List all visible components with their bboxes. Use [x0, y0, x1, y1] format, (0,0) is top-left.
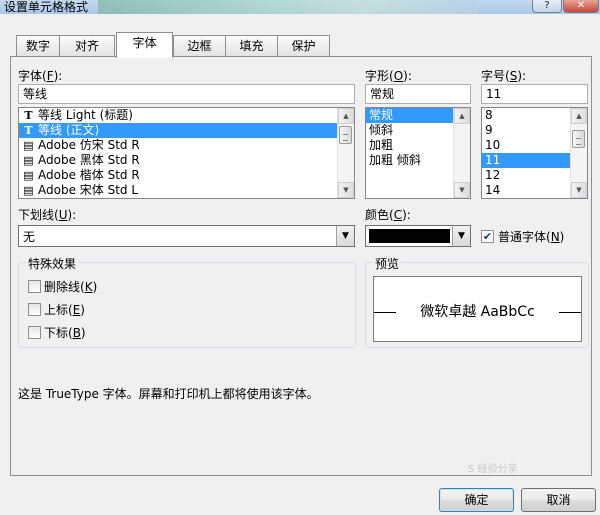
list-item-label: 加粗 倾斜 [369, 153, 421, 167]
list-item-label: Adobe 黑体 Std R [38, 153, 140, 167]
opentype-font-icon: ▤ [23, 154, 34, 167]
superscript-label: 上标(E) [44, 303, 85, 317]
scroll-thumb[interactable] [339, 126, 352, 144]
font-label: 字体(F): [18, 69, 63, 83]
list-item[interactable]: 11 [482, 153, 570, 168]
chevron-down-icon[interactable]: ▼ [336, 226, 354, 246]
list-item-label: 10 [485, 138, 501, 152]
normal-font-checkbox[interactable]: ✔ [481, 230, 494, 243]
scroll-up-icon[interactable]: ▲ [454, 108, 470, 124]
title-bar: 设置单元格格式 ? ✕ [0, 0, 600, 14]
font-style-input[interactable]: 常规 [365, 84, 471, 104]
tab-number[interactable]: 数字 [16, 35, 60, 56]
subscript-label: 下标(B) [44, 326, 86, 340]
list-item-label: Adobe 宋体 Std L [38, 183, 139, 197]
scroll-up-icon[interactable]: ▲ [338, 108, 354, 124]
list-item-label: Adobe 仿宋 Std R [38, 138, 140, 152]
help-icon: ? [544, 0, 550, 11]
normal-font-label: 普通字体(N) [498, 230, 565, 244]
tab-font[interactable]: 字体 [116, 32, 173, 58]
list-item-label: 加粗 [369, 138, 394, 152]
list-item-label: 9 [485, 123, 493, 137]
list-item[interactable]: 加粗 [366, 138, 453, 153]
list-item[interactable]: 加粗 倾斜 [366, 153, 453, 168]
underline-select[interactable]: 无 ▼ [18, 225, 355, 247]
list-item[interactable]: 10 [482, 138, 570, 153]
close-icon: ✕ [576, 0, 586, 11]
list-item[interactable]: ▤ Adobe 楷体 Std R [19, 168, 337, 183]
underline-value: 无 [23, 230, 36, 244]
preview-box: 微软卓越 AaBbCc [373, 276, 582, 342]
list-item[interactable]: 常规 [366, 108, 453, 123]
list-item-label: 12 [485, 168, 501, 182]
tab-protection[interactable]: 保护 [277, 35, 330, 56]
tab-border[interactable]: 边框 [173, 35, 226, 56]
list-item-label: 11 [485, 153, 501, 167]
opentype-font-icon: ▤ [23, 169, 34, 182]
list-item-label: 14 [485, 183, 501, 197]
list-item[interactable]: ▤ Adobe 宋体 Std L [19, 183, 337, 198]
font-style-label: 字形(O): [365, 69, 412, 83]
font-size-input[interactable]: 11 [481, 84, 588, 104]
list-item-label: 常规 [369, 108, 394, 122]
color-select[interactable]: ▼ [365, 225, 471, 247]
truetype-font-icon: T [24, 109, 33, 122]
font-list[interactable]: T 等线 Light (标题) T 等线 (正文) ▤ Adobe 仿宋 Std R ▤ Ad… [18, 107, 355, 199]
list-item-label: 倾斜 [369, 123, 394, 137]
list-item[interactable]: 倾斜 [366, 123, 453, 138]
scroll-down-icon[interactable]: ▼ [571, 182, 587, 198]
preview-baseline-right [559, 312, 581, 313]
scroll-down-icon[interactable]: ▼ [454, 182, 470, 198]
size-list-scrollbar[interactable]: ▲ ▼ [570, 108, 587, 198]
ok-button[interactable]: 确定 [439, 488, 514, 512]
list-item[interactable]: 9 [482, 123, 570, 138]
font-size-list[interactable]: 8 9 10 11 12 14 ▲ ▼ [481, 107, 588, 199]
list-item[interactable]: ▤ Adobe 黑体 Std R [19, 153, 337, 168]
style-list-scrollbar[interactable]: ▲ ▼ [453, 108, 470, 198]
truetype-font-icon: T [24, 124, 33, 137]
strikethrough-label: 删除线(K) [44, 280, 98, 294]
tab-fill[interactable]: 填充 [225, 35, 278, 56]
color-swatch [369, 229, 450, 243]
strikethrough-checkbox[interactable] [28, 280, 41, 293]
cancel-button[interactable]: 取消 [521, 488, 596, 512]
color-label: 颜色(C): [365, 208, 411, 222]
list-item[interactable]: 14 [482, 183, 570, 198]
superscript-checkbox[interactable] [28, 303, 41, 316]
list-item-label: 等线 Light (标题) [38, 108, 133, 122]
tab-alignment[interactable]: 对齐 [59, 35, 115, 56]
scroll-thumb[interactable] [572, 130, 585, 148]
close-button[interactable]: ✕ [563, 0, 599, 13]
opentype-font-icon: ▤ [23, 184, 34, 197]
title-bar-decoration [98, 0, 478, 14]
effects-title: 特殊效果 [26, 255, 79, 272]
preview-title: 预览 [373, 255, 402, 272]
watermark: S 经验分享 [468, 464, 518, 475]
scroll-down-icon[interactable]: ▼ [338, 182, 354, 198]
list-item[interactable]: 12 [482, 168, 570, 183]
list-item[interactable]: T 等线 (正文) [19, 123, 337, 138]
font-description: 这是 TrueType 字体。屏幕和打印机上都将使用该字体。 [18, 387, 319, 401]
list-item-label: 8 [485, 108, 493, 122]
underline-label: 下划线(U): [18, 208, 77, 222]
list-item[interactable]: ▤ Adobe 仿宋 Std R [19, 138, 337, 153]
dialog-title: 设置单元格格式 [4, 0, 89, 14]
help-button[interactable]: ? [532, 0, 562, 13]
list-item[interactable]: T 等线 Light (标题) [19, 108, 337, 123]
chevron-down-icon[interactable]: ▼ [452, 226, 470, 246]
scroll-up-icon[interactable]: ▲ [571, 108, 587, 124]
font-list-scrollbar[interactable]: ▲ ▼ [337, 108, 354, 198]
font-size-label: 字号(S): [481, 69, 527, 83]
list-item[interactable]: 8 [482, 108, 570, 123]
subscript-checkbox[interactable] [28, 326, 41, 339]
opentype-font-icon: ▤ [23, 139, 34, 152]
list-item-label: 等线 (正文) [38, 123, 100, 137]
preview-text: 微软卓越 AaBbCc [420, 304, 535, 320]
font-name-input[interactable]: 等线 [18, 84, 355, 104]
font-style-list[interactable]: 常规 倾斜 加粗 加粗 倾斜 ▲ ▼ [365, 107, 471, 199]
list-item-label: Adobe 楷体 Std R [38, 168, 140, 182]
